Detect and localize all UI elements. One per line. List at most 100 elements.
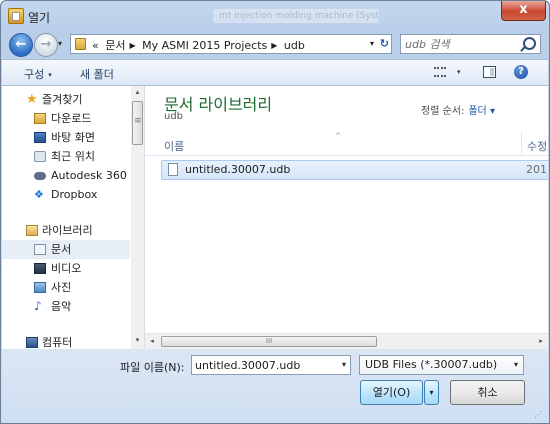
- filename-input[interactable]: [195, 357, 325, 373]
- cancel-button[interactable]: 취소: [450, 380, 525, 405]
- command-bar: 구성 ▾ 새 폴더 ▾ ?: [2, 59, 548, 86]
- videos-icon: [34, 263, 46, 274]
- sidebar-item-label: 사진: [51, 281, 72, 294]
- title-bar[interactable]: 열기 mt injection molding machine (System)…: [1, 1, 549, 31]
- search-icon[interactable]: [523, 37, 536, 50]
- sidebar-item-favorites[interactable]: ★ 즐겨찾기: [2, 90, 130, 109]
- organize-button[interactable]: 구성 ▾: [24, 66, 52, 82]
- sidebar-item-label: 컴퓨터: [42, 336, 73, 349]
- navigation-row: ← → ▾ « 문서 ▶ My ASMI 2015 Projects ▶ udb ▾…: [1, 31, 549, 59]
- recent-pages-dropdown[interactable]: ▾: [58, 39, 68, 49]
- sidebar-item-pictures[interactable]: 사진: [2, 278, 130, 297]
- sidebar-item-label: 다운로드: [51, 112, 92, 125]
- forward-button[interactable]: →: [34, 33, 58, 57]
- change-view-icon[interactable]: [434, 67, 446, 77]
- scroll-up-icon[interactable]: ▴: [131, 86, 144, 99]
- arrange-by-value: 폴더: [468, 106, 487, 117]
- refresh-icon[interactable]: ↻: [380, 37, 389, 51]
- address-bar[interactable]: « 문서 ▶ My ASMI 2015 Projects ▶ udb ▾ ↻: [70, 34, 392, 54]
- sidebar-item-dropbox[interactable]: ❖ Dropbox: [2, 185, 130, 204]
- table-row[interactable]: untitled.30007.udb 201: [161, 160, 548, 180]
- horizontal-scrollbar[interactable]: ◂ III ▸: [145, 333, 548, 349]
- sidebar-item-videos[interactable]: 비디오: [2, 259, 130, 278]
- resize-grip-icon[interactable]: ⋰: [534, 410, 544, 420]
- sidebar-item-autodesk-360[interactable]: Autodesk 360: [2, 166, 130, 185]
- preview-pane-icon[interactable]: [483, 66, 496, 78]
- navigation-scrollbar[interactable]: ▴ ▾: [131, 86, 144, 349]
- open-button[interactable]: 열기(O): [360, 380, 423, 405]
- breadcrumb-overflow[interactable]: «: [92, 39, 99, 52]
- filetype-value: UDB Files (*.30007.udb): [365, 358, 498, 371]
- desktop-icon: [34, 132, 46, 143]
- dialog-icon: [8, 8, 24, 24]
- file-name: untitled.30007.udb: [185, 163, 291, 176]
- filename-label: 파일 이름(N):: [120, 361, 185, 374]
- chevron-right-icon[interactable]: ▶: [271, 41, 277, 50]
- open-file-dialog: 열기 mt injection molding machine (System)…: [0, 0, 550, 424]
- sidebar-item-libraries[interactable]: 라이브러리: [2, 221, 130, 240]
- sidebar-item-label: 비디오: [51, 262, 82, 275]
- pictures-icon: [34, 282, 46, 293]
- new-folder-button[interactable]: 새 폴더: [80, 66, 114, 82]
- organize-label: 구성: [24, 68, 45, 81]
- scroll-grip-icon: III: [265, 337, 273, 345]
- sidebar-item-music[interactable]: ♪ 음악: [2, 297, 130, 316]
- sidebar-item-downloads[interactable]: 다운로드: [2, 109, 130, 128]
- column-header-date-modified[interactable]: 수정: [527, 138, 547, 154]
- chevron-down-icon: ▾: [48, 71, 52, 79]
- view-options-dropdown[interactable]: ▾: [457, 68, 461, 76]
- filename-combobox: ▾: [191, 355, 351, 375]
- sidebar-item-label: Autodesk 360: [51, 169, 127, 182]
- chevron-down-icon: ▾: [489, 106, 495, 117]
- sidebar-item-desktop[interactable]: 바탕 화면: [2, 128, 130, 147]
- scroll-right-icon[interactable]: ▸: [534, 334, 548, 349]
- documents-icon: [34, 244, 46, 255]
- background-window-title: mt injection molding machine (System): [213, 9, 379, 23]
- window-title: 열기: [28, 11, 51, 25]
- sidebar-item-label: 최근 위치: [51, 150, 95, 163]
- autodesk-360-icon: [34, 172, 46, 180]
- sidebar-item-recent-places[interactable]: 최근 위치: [2, 147, 130, 166]
- search-input[interactable]: [405, 36, 517, 52]
- sidebar-item-label: 음악: [51, 300, 72, 313]
- address-dropdown-icon[interactable]: ▾: [370, 37, 374, 51]
- column-header: 이름 ^ 수정: [145, 131, 548, 156]
- libraries-icon: [26, 225, 38, 236]
- sidebar-item-label: Dropbox: [51, 188, 98, 201]
- browser-area: ★ 즐겨찾기 다운로드 바탕 화면 최근 위치 Autodesk 360 ❖ D…: [2, 86, 548, 349]
- sidebar-item-label: 즐겨찾기: [42, 93, 83, 106]
- column-header-name[interactable]: 이름: [164, 138, 184, 154]
- open-options-dropdown[interactable]: ▾: [424, 380, 439, 405]
- dropbox-icon: ❖: [34, 188, 44, 201]
- back-button[interactable]: ←: [9, 33, 33, 57]
- search-box: [400, 34, 541, 54]
- library-subtitle: udb: [164, 111, 184, 122]
- filetype-select[interactable]: UDB Files (*.30007.udb) ▾: [359, 355, 524, 375]
- navigation-pane: ★ 즐겨찾기 다운로드 바탕 화면 최근 위치 Autodesk 360 ❖ D…: [2, 86, 145, 349]
- computer-icon: [26, 337, 38, 348]
- arrange-by: 정렬 순서: 폴더 ▾: [421, 102, 495, 117]
- breadcrumb-udb[interactable]: udb: [284, 39, 305, 52]
- chevron-down-icon: ▾: [513, 360, 518, 369]
- folder-icon: [75, 38, 86, 50]
- sidebar-item-label: 라이브러리: [42, 224, 93, 237]
- recent-places-icon: [34, 151, 46, 162]
- sidebar-item-documents[interactable]: 문서: [2, 240, 130, 259]
- scroll-left-icon[interactable]: ◂: [145, 334, 159, 349]
- dialog-footer: 파일 이름(N): ▾ UDB Files (*.30007.udb) ▾ 열기…: [2, 349, 548, 423]
- arrange-by-label: 정렬 순서:: [421, 106, 465, 117]
- breadcrumb-my-asmi-2015-projects[interactable]: My ASMI 2015 Projects: [142, 39, 267, 52]
- scroll-thumb[interactable]: III: [161, 336, 377, 347]
- file-icon: [168, 163, 178, 176]
- sidebar-item-computer[interactable]: 컴퓨터: [2, 333, 130, 349]
- scroll-thumb[interactable]: [132, 101, 143, 145]
- breadcrumb-documents[interactable]: 문서: [105, 39, 125, 52]
- star-icon: ★: [26, 92, 38, 107]
- filename-dropdown-icon[interactable]: ▾: [342, 358, 346, 372]
- help-icon[interactable]: ?: [514, 65, 528, 79]
- chevron-right-icon[interactable]: ▶: [129, 41, 135, 50]
- close-button[interactable]: x: [501, 1, 546, 21]
- column-divider[interactable]: [521, 131, 522, 155]
- arrange-by-dropdown[interactable]: 폴더 ▾: [468, 106, 495, 117]
- scroll-down-icon[interactable]: ▾: [131, 334, 144, 347]
